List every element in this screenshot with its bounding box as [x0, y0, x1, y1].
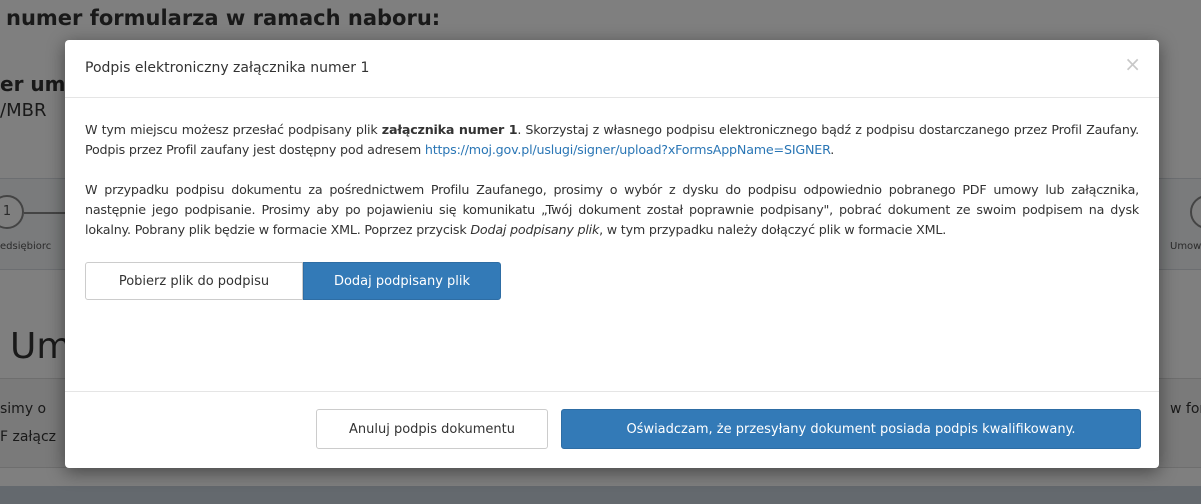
profile-instructions-paragraph: W przypadku podpisu dokumentu za pośredn… [85, 180, 1139, 240]
button-reference: Dodaj podpisany plik [470, 222, 600, 237]
download-file-button[interactable]: Pobierz plik do podpisu [85, 262, 303, 300]
instructions-text: . [830, 142, 835, 157]
instructions-paragraph: W tym miejscu możesz przesłać podpisany … [85, 120, 1139, 160]
close-icon[interactable]: × [1124, 54, 1141, 74]
add-signed-file-button[interactable]: Dodaj podpisany plik [303, 262, 501, 300]
file-button-group: Pobierz plik do podpisu Dodaj podpisany … [85, 262, 1139, 300]
modal-header: Podpis elektroniczny załącznika numer 1 … [65, 40, 1159, 98]
modal-title: Podpis elektroniczny załącznika numer 1 [85, 60, 370, 76]
instructions-text: , w tym przypadku należy dołączyć plik w… [599, 222, 947, 237]
signature-modal: Podpis elektroniczny załącznika numer 1 … [65, 40, 1159, 468]
instructions-text: W tym miejscu możesz przesłać podpisany … [85, 122, 382, 137]
modal-footer: Anuluj podpis dokumentu Oświadczam, że p… [65, 391, 1159, 468]
signer-link[interactable]: https://moj.gov.pl/uslugi/signer/upload?… [425, 142, 831, 157]
modal-body: W tym miejscu możesz przesłać podpisany … [65, 98, 1159, 300]
attachment-name: załącznika numer 1 [381, 122, 518, 137]
confirm-qualified-signature-button[interactable]: Oświadczam, że przesyłany dokument posia… [561, 409, 1141, 449]
cancel-signature-button[interactable]: Anuluj podpis dokumentu [316, 409, 548, 449]
